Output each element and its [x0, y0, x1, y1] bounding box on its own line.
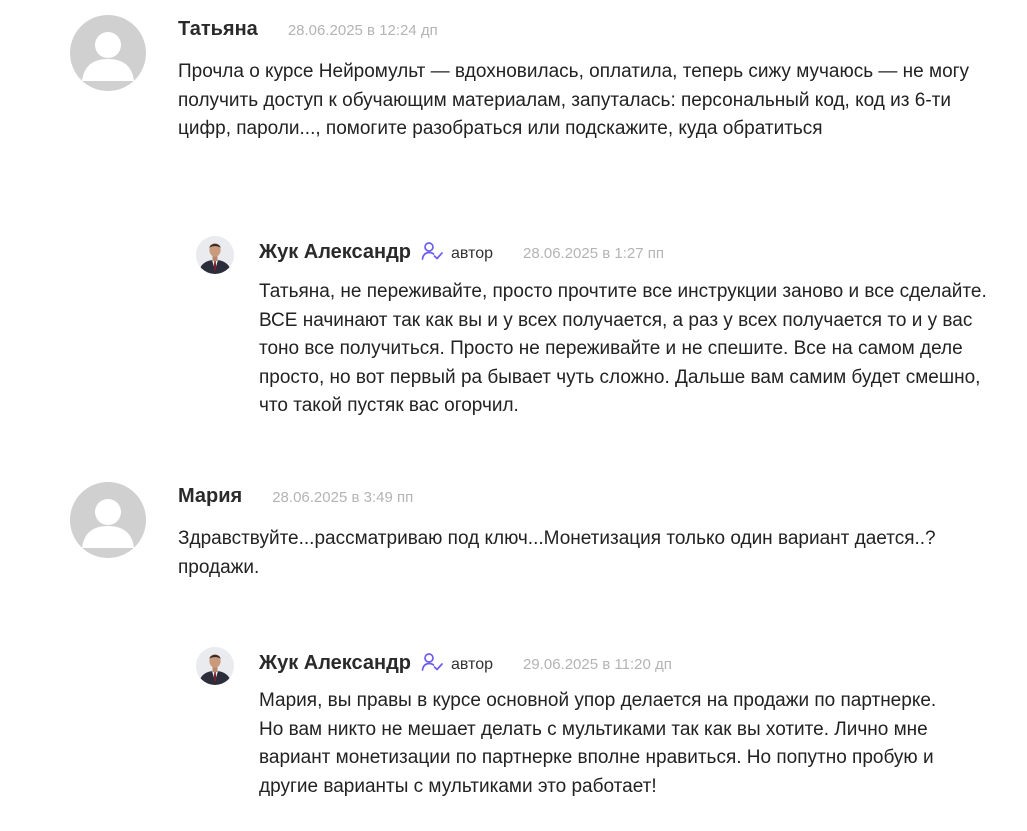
comment-author[interactable]: Татьяна	[178, 18, 258, 41]
default-avatar-icon	[70, 482, 146, 558]
comment-author[interactable]: Жук Александр	[259, 652, 411, 675]
comment-date[interactable]: 28.06.2025 в 3:49 пп	[272, 489, 413, 506]
comment-date[interactable]: 28.06.2025 в 1:27 пп	[523, 245, 664, 262]
comment-text: Мария, вы правы в курсе основной упор де…	[259, 690, 937, 797]
comment-date[interactable]: 28.06.2025 в 12:24 дп	[288, 22, 438, 39]
comment-text: Татьяна, не переживайте, просто прочтите…	[259, 281, 987, 416]
comment-text: Прочла о курсе Нейромульт — вдохновилась…	[178, 61, 970, 139]
comment-date[interactable]: 29.06.2025 в 11:20 дп	[523, 656, 672, 673]
author-avatar	[196, 647, 234, 685]
comment-meta: Жук Александр автор 29.06.2025 в 11:20 д…	[259, 649, 672, 675]
comment-meta: Жук Александр автор 28.06.2025 в 1:27 пп	[259, 238, 664, 264]
author-role-label: автор	[451, 245, 494, 262]
author-badge-icon	[421, 652, 443, 677]
author-badge-icon	[421, 241, 443, 266]
comment-meta: Мария 28.06.2025 в 3:49 пп	[178, 485, 413, 508]
author-avatar	[196, 236, 234, 274]
comment-meta: Татьяна 28.06.2025 в 12:24 дп	[178, 18, 438, 41]
default-avatar-icon	[70, 15, 146, 91]
comment-author[interactable]: Жук Александр	[259, 241, 411, 264]
comment-text: Здравствуйте...рассматриваю под ключ...М…	[178, 528, 936, 578]
comment-author[interactable]: Мария	[178, 485, 242, 508]
author-role-label: автор	[451, 656, 494, 673]
